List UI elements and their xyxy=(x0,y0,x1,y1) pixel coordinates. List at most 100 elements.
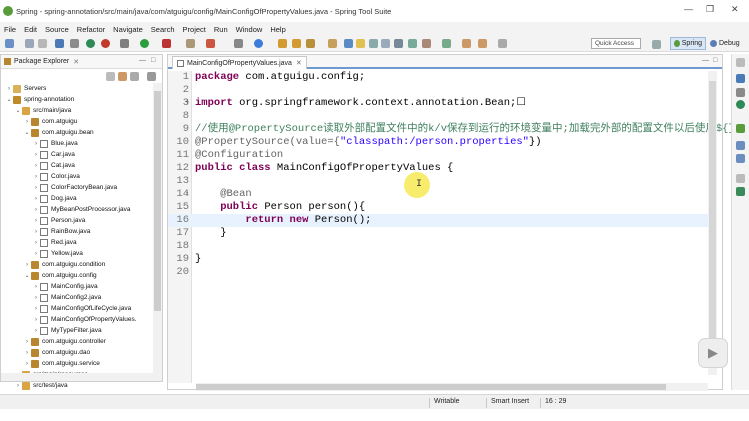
expand-arrow-icon[interactable]: › xyxy=(32,152,40,158)
expand-arrow-icon[interactable]: › xyxy=(23,119,31,125)
quick-access-field[interactable]: Quick Access xyxy=(591,38,641,49)
expand-arrow-icon[interactable]: › xyxy=(23,361,31,367)
browser-icon[interactable] xyxy=(254,39,263,48)
expand-arrow-icon[interactable]: ⌄ xyxy=(5,96,13,103)
minimize-icon[interactable]: — xyxy=(684,4,693,14)
tree-item[interactable]: › Yellow.java xyxy=(1,248,153,259)
menu-file[interactable]: File xyxy=(4,25,16,34)
explorer-vertical-scrollbar[interactable] xyxy=(153,83,162,381)
code-line[interactable]: 14- @Bean xyxy=(168,188,708,201)
fold-toggle-icon[interactable]: - xyxy=(185,188,189,201)
expand-arrow-icon[interactable]: › xyxy=(32,251,40,257)
code-line[interactable]: 3 + import org.springframework.context.ann… xyxy=(168,97,708,110)
problems-icon[interactable] xyxy=(736,141,745,150)
close-editor-tab-icon[interactable]: ✕ xyxy=(296,59,302,67)
spring-explorer-icon[interactable] xyxy=(736,100,745,109)
new-server-icon[interactable] xyxy=(206,39,215,48)
forward-nav-icon[interactable] xyxy=(118,72,127,81)
perspective-spring[interactable]: Spring xyxy=(670,37,706,50)
tree-item[interactable]: › Blue.java xyxy=(1,138,153,149)
maximize-icon[interactable]: ❐ xyxy=(706,4,714,15)
expand-arrow-icon[interactable]: ⌄ xyxy=(23,129,31,136)
maximize-editor-icon[interactable]: □ xyxy=(713,57,717,64)
collapse-all-icon[interactable] xyxy=(130,72,139,81)
expand-arrow-icon[interactable]: › xyxy=(23,262,31,268)
fold-toggle-icon[interactable]: + xyxy=(185,97,189,110)
tree-item[interactable]: › Cat.java xyxy=(1,160,153,171)
expand-arrow-icon[interactable]: ⌄ xyxy=(23,272,31,279)
explorer-horizontal-scrollbar[interactable] xyxy=(1,373,153,381)
tree-item[interactable]: › Red.java xyxy=(1,237,153,248)
expand-arrow-icon[interactable]: › xyxy=(32,207,40,213)
view-menu-icon[interactable] xyxy=(147,72,156,81)
last-edit-icon[interactable] xyxy=(442,39,451,48)
code-line[interactable]: 12 public class MainConfigOfPropertyValue… xyxy=(168,162,708,175)
spring-boot-icon[interactable] xyxy=(86,39,95,48)
code-line[interactable]: 10 @PropertySource(value={"classpath:/per… xyxy=(168,136,708,149)
block-select-icon[interactable] xyxy=(369,39,378,48)
tree-item[interactable]: › com.atguigu.controller xyxy=(1,336,153,347)
tree-item[interactable]: › Dog.java xyxy=(1,193,153,204)
save-icon[interactable] xyxy=(25,39,34,48)
forward-icon[interactable] xyxy=(478,39,487,48)
open-perspective-icon[interactable] xyxy=(652,40,661,49)
expand-arrow-icon[interactable]: › xyxy=(23,339,31,345)
tab-package-explorer[interactable]: Package Explorer ✕ xyxy=(4,58,79,66)
tree-item[interactable]: ⌄ com.atguigu.bean xyxy=(1,127,153,138)
tree-item[interactable]: › Person.java xyxy=(1,215,153,226)
expand-arrow-icon[interactable]: › xyxy=(32,328,40,334)
code-line[interactable]: 19} xyxy=(168,253,708,266)
expand-arrow-icon[interactable]: › xyxy=(32,174,40,180)
progress-icon[interactable] xyxy=(736,154,745,163)
servers-view-icon[interactable] xyxy=(736,187,745,196)
editor-scroll-thumb[interactable] xyxy=(709,81,716,361)
tree-item[interactable]: › MyBeanPostProcessor.java xyxy=(1,204,153,215)
tree-item[interactable]: › MainConfigOfLifeCycle.java xyxy=(1,303,153,314)
maximize-view-icon[interactable]: □ xyxy=(151,57,155,64)
code-line[interactable]: 11 @Configuration xyxy=(168,149,708,162)
new-icon[interactable] xyxy=(5,39,14,48)
tree-item[interactable]: › Servers xyxy=(1,83,153,94)
tree-item[interactable]: ⌄ spring-annotation xyxy=(1,94,153,105)
back-nav-icon[interactable] xyxy=(106,72,115,81)
expand-arrow-icon[interactable]: › xyxy=(32,284,40,290)
stop-icon[interactable] xyxy=(101,39,110,48)
code-line[interactable]: 16 return new Person(); xyxy=(168,214,708,227)
code-area[interactable]: 1 package com.atguigu.config; 2 3 + import or… xyxy=(168,71,749,383)
tree-item[interactable]: › Color.java xyxy=(1,171,153,182)
editor-hscroll-thumb[interactable] xyxy=(196,384,666,390)
expand-arrow-icon[interactable]: › xyxy=(32,196,40,202)
tree-item[interactable]: ⌄ src/main/java xyxy=(1,105,153,116)
menu-window[interactable]: Window xyxy=(236,25,263,34)
expand-arrow-icon[interactable]: › xyxy=(5,86,13,92)
tree-item[interactable]: › Car.java xyxy=(1,149,153,160)
next-annotation-icon[interactable] xyxy=(408,39,417,48)
editor-vertical-scrollbar[interactable] xyxy=(708,71,717,375)
back-icon[interactable] xyxy=(462,39,471,48)
prev-annotation-icon[interactable] xyxy=(422,39,431,48)
menu-edit[interactable]: Edit xyxy=(24,25,37,34)
expand-arrow-icon[interactable]: › xyxy=(32,306,40,312)
expand-arrow-icon[interactable]: › xyxy=(32,141,40,147)
scrollbar-thumb[interactable] xyxy=(154,91,161,311)
editor-horizontal-scrollbar[interactable] xyxy=(196,383,708,391)
close-tab-icon[interactable]: ✕ xyxy=(73,58,79,66)
expand-arrow-icon[interactable]: › xyxy=(32,218,40,224)
expand-arrow-icon[interactable]: ⌄ xyxy=(14,107,22,114)
expand-arrow-icon[interactable]: › xyxy=(32,185,40,191)
expand-arrow-icon[interactable]: › xyxy=(32,295,40,301)
tree-item[interactable]: › MainConfig2.java xyxy=(1,292,153,303)
restore-bottom-icon[interactable] xyxy=(736,174,745,183)
run-icon[interactable] xyxy=(140,39,149,48)
tree-item[interactable]: › ColorFactoryBean.java xyxy=(1,182,153,193)
menu-navigate[interactable]: Navigate xyxy=(113,25,143,34)
tree-item[interactable]: › com.atguigu.condition xyxy=(1,259,153,270)
whitespace-icon[interactable] xyxy=(381,39,390,48)
search-icon[interactable] xyxy=(306,39,315,48)
outline-view-icon[interactable] xyxy=(736,74,745,83)
menu-help[interactable]: Help xyxy=(270,25,285,34)
minimize-view-icon[interactable]: — xyxy=(139,57,146,64)
task-list-icon[interactable] xyxy=(736,88,745,97)
tree-item[interactable]: › com.atguigu.dao xyxy=(1,347,153,358)
code-line[interactable]: 2 xyxy=(168,84,708,97)
